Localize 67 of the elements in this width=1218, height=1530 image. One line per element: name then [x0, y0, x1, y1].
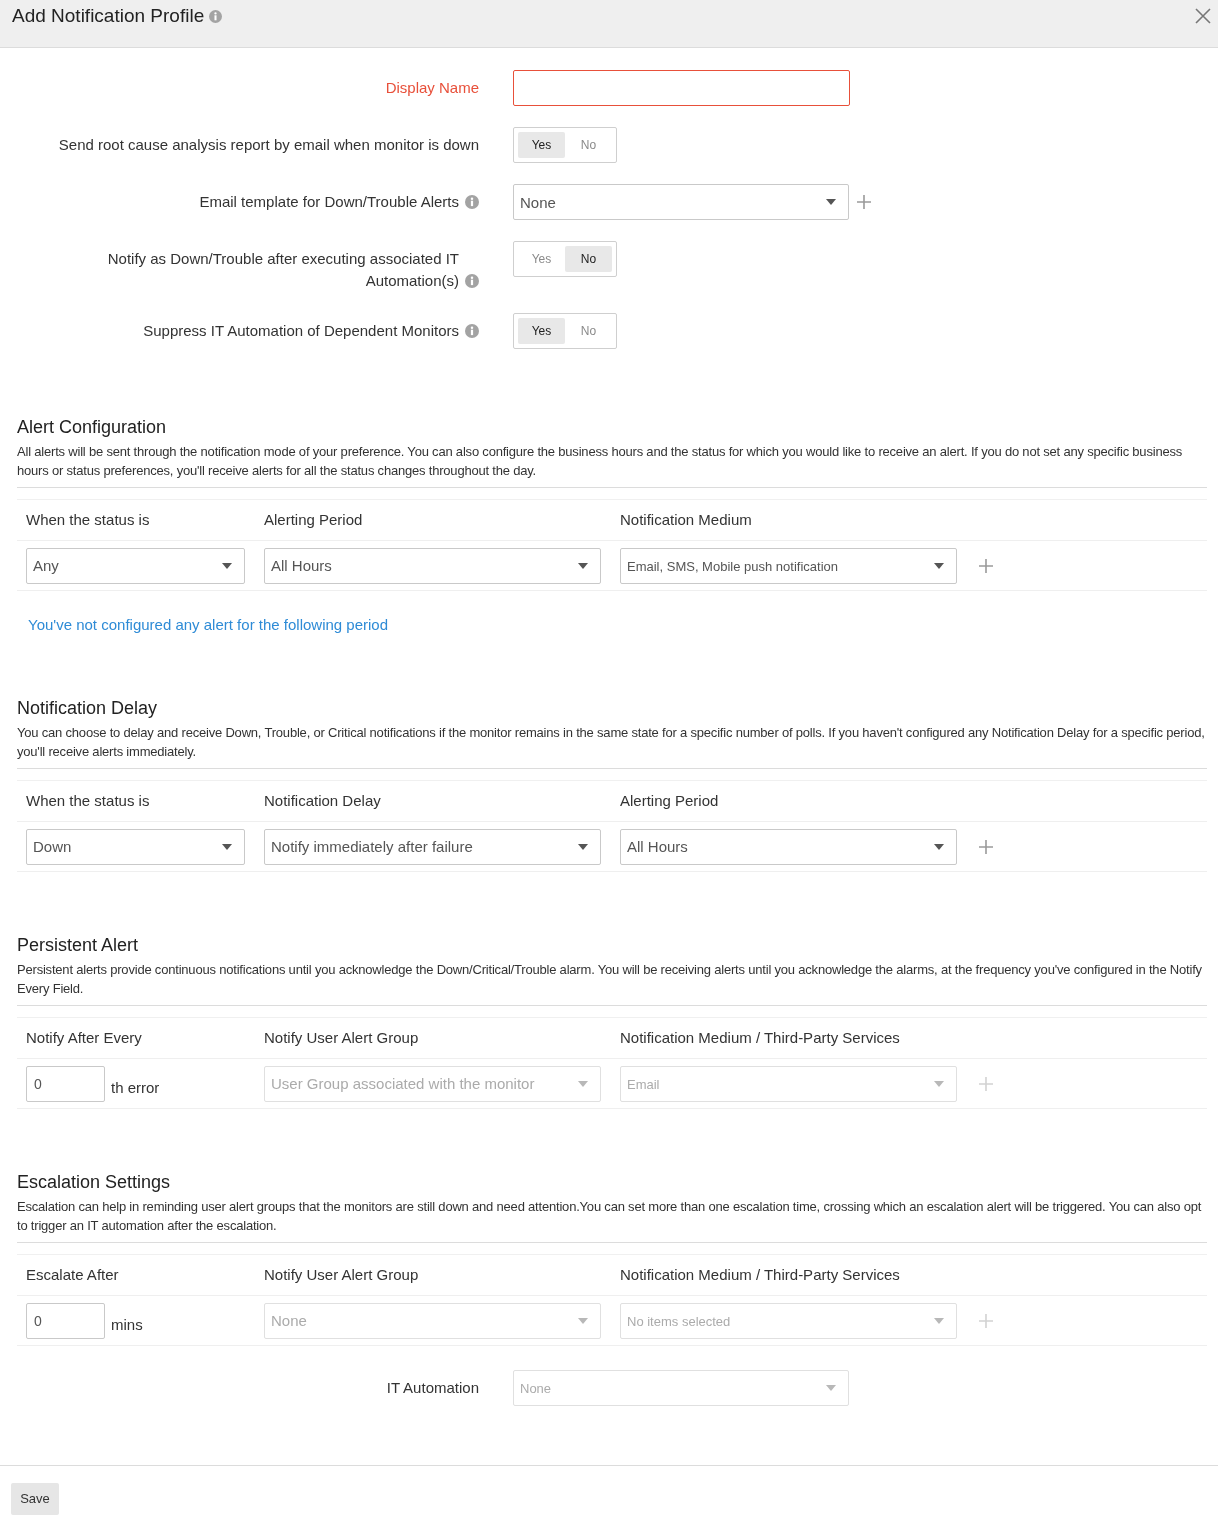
dropdown[interactable]: All Hours [620, 828, 957, 865]
caret-icon [934, 562, 944, 569]
close-button[interactable] [1195, 8, 1211, 24]
caret-icon [826, 199, 836, 205]
column-header: Notify User Alert Group [264, 1027, 419, 1048]
number-field[interactable]: 0 [26, 1065, 105, 1102]
field-label: Send root cause analysis report by email when monitor is down [58, 135, 479, 155]
dropdown[interactable]: Email, SMS, Mobile push notification [620, 547, 957, 584]
section-title: Escalation Settings [17, 1171, 171, 1193]
unit-label: mins [111, 1314, 143, 1335]
segment-button[interactable]: Yes [518, 132, 565, 158]
add-button[interactable] [979, 839, 993, 854]
caret-icon [578, 1317, 588, 1324]
caret-icon [578, 562, 588, 569]
caret-icon [934, 1317, 944, 1324]
caret-icon [826, 1385, 836, 1391]
number-field[interactable]: 0 [26, 1302, 105, 1339]
plus-icon [979, 1313, 993, 1328]
field-label: Suppress IT Automation of Dependent Monitors [143, 321, 459, 341]
column-header: Notification Medium / Third-Party Services [620, 1027, 900, 1048]
column-header: Notification Medium [620, 509, 752, 530]
caret-icon [934, 843, 944, 850]
column-header: Escalate After [26, 1264, 119, 1285]
caret-icon [578, 1080, 588, 1087]
dropdown[interactable]: Notify immediately after failure [264, 828, 601, 865]
segment-button[interactable]: Yes [518, 318, 565, 344]
section-title: Notification Delay [17, 697, 158, 719]
caret-icon [222, 843, 232, 850]
dialog-title: Add Notification Profile [12, 4, 205, 28]
add-button[interactable] [857, 195, 871, 209]
plus-icon [979, 839, 993, 854]
field-label: IT Automation [386, 1378, 479, 1398]
column-header: Notify After Every [26, 1027, 142, 1048]
text-field[interactable] [513, 70, 850, 106]
dropdown[interactable]: Any [26, 547, 245, 584]
save-button[interactable]: Save [11, 1483, 59, 1515]
section-description: Escalation can help in reminding user alert groups that the monitors are still down and need attention.You can set more than one escalation time, crossing which an escalation alert will be triggered. You can also opt to trigger an IT automation after the escalation. [17, 1198, 1203, 1235]
column-header: When the status is [26, 509, 150, 530]
link[interactable]: You've not configured any alert for the following period [28, 615, 389, 635]
plus-icon [979, 558, 993, 573]
unit-label: th error [111, 1077, 160, 1098]
dropdown[interactable]: All Hours [264, 547, 601, 584]
field-label: Notify as Down/Trouble after executing associated IT Automation(s) [106, 249, 459, 291]
column-header: Notify User Alert Group [264, 1264, 419, 1285]
caret-icon [934, 1080, 944, 1087]
plus-icon [857, 195, 871, 209]
dropdown[interactable]: None [513, 184, 849, 220]
section-description: You can choose to delay and receive Down, Trouble, or Critical notifications if the monitor remains in the same state for a specific number of polls. If you haven't configured any Notification Delay for a specific period, you'll receive alerts immediately. [17, 724, 1206, 761]
dropdown[interactable]: Down [26, 828, 245, 865]
section-title: Persistent Alert [17, 934, 139, 956]
section-description: All alerts will be sent through the notification mode of your preference. You can also configure the business hours and the status for which you would like to receive an alert. If you do not set any specific business hours or status preferences, you'll receive alerts for all the status changes throughout the day. [17, 443, 1184, 480]
column-header: Notification Delay [264, 790, 381, 811]
caret-icon [578, 843, 588, 850]
close-icon [1195, 8, 1211, 24]
column-header: Alerting Period [264, 509, 363, 530]
column-header: Notification Medium / Third-Party Services [620, 1264, 900, 1285]
section-title: Alert Configuration [17, 416, 167, 438]
add-button[interactable] [979, 558, 993, 573]
info-icon [209, 9, 223, 23]
column-header: When the status is [26, 790, 150, 811]
column-header: Alerting Period [620, 790, 719, 811]
field-label: Email template for Down/Trouble Alerts [199, 192, 459, 212]
section-description: Persistent alerts provide continuous notifications until you acknowledge the Down/Critical/Trouble alarm. You will be receiving alerts until you acknowledge the alarms, at the frequency you've configured in the Notify Every Field. [17, 961, 1203, 998]
segment-button[interactable]: No [565, 246, 612, 272]
plus-icon [979, 1076, 993, 1091]
caret-icon [222, 562, 232, 569]
field-label: Display Name [385, 78, 479, 98]
